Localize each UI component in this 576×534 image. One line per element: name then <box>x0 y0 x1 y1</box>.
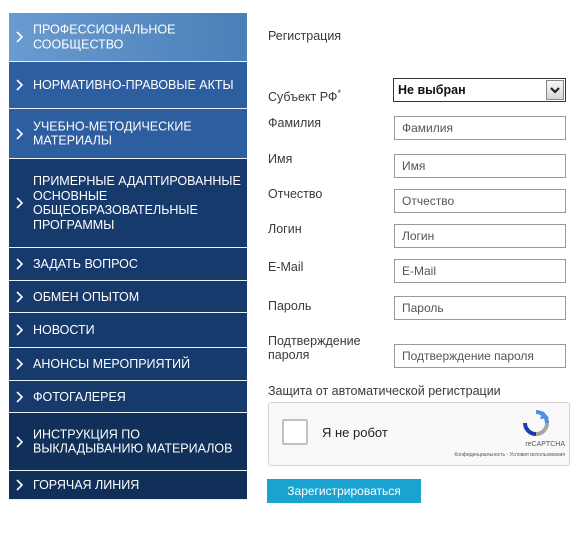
confirm-password-input[interactable] <box>394 344 566 368</box>
recaptcha-checkbox[interactable] <box>282 419 308 445</box>
middlename-label: Отчество <box>268 187 323 201</box>
lastname-label: Фамилия <box>268 116 322 130</box>
recaptcha-brand: reCAPTCHA <box>525 441 565 448</box>
subject-label: Субъект РФ* <box>268 88 341 105</box>
middlename-input[interactable] <box>394 189 566 213</box>
recaptcha-links-separator: - <box>506 452 509 458</box>
form-title: Регистрация <box>268 29 342 43</box>
firstname-label: Имя <box>268 152 293 166</box>
firstname-input[interactable] <box>394 154 566 178</box>
email-label: E-Mail <box>268 260 304 274</box>
recaptcha-logo-shape <box>523 410 549 436</box>
required-mark: * <box>337 88 341 98</box>
login-input[interactable] <box>394 224 566 248</box>
password-input[interactable] <box>394 296 566 320</box>
recaptcha-logo-icon <box>519 409 553 437</box>
lastname-input[interactable] <box>394 116 566 140</box>
recaptcha-widget: Я не робот reCAPTCHA Конфиденциальность … <box>268 402 570 466</box>
recaptcha-privacy-link[interactable]: Конфиденциальность <box>454 452 505 458</box>
password-label: Пароль <box>268 299 312 313</box>
confirm-password-label: Подтверждение пароля <box>268 334 361 362</box>
registration-form: Регистрация Субъект РФ* Не выбран Фамили… <box>0 0 576 534</box>
chevron-down-icon-shape <box>550 87 560 94</box>
email-input[interactable] <box>394 259 566 283</box>
recaptcha-links: Конфиденциальность - Условия использован… <box>454 452 565 458</box>
chevron-down-icon[interactable] <box>546 80 564 100</box>
subject-select-value: Не выбран <box>398 83 466 97</box>
register-button[interactable]: Зарегистрироваться <box>267 479 421 503</box>
antibot-label: Защита от автоматической регистрации <box>268 384 501 398</box>
recaptcha-checkbox-label: Я не робот <box>322 425 388 440</box>
login-label: Логин <box>268 222 302 236</box>
subject-select[interactable]: Не выбран <box>393 78 566 102</box>
recaptcha-terms-link[interactable]: Условия использования <box>510 452 566 458</box>
